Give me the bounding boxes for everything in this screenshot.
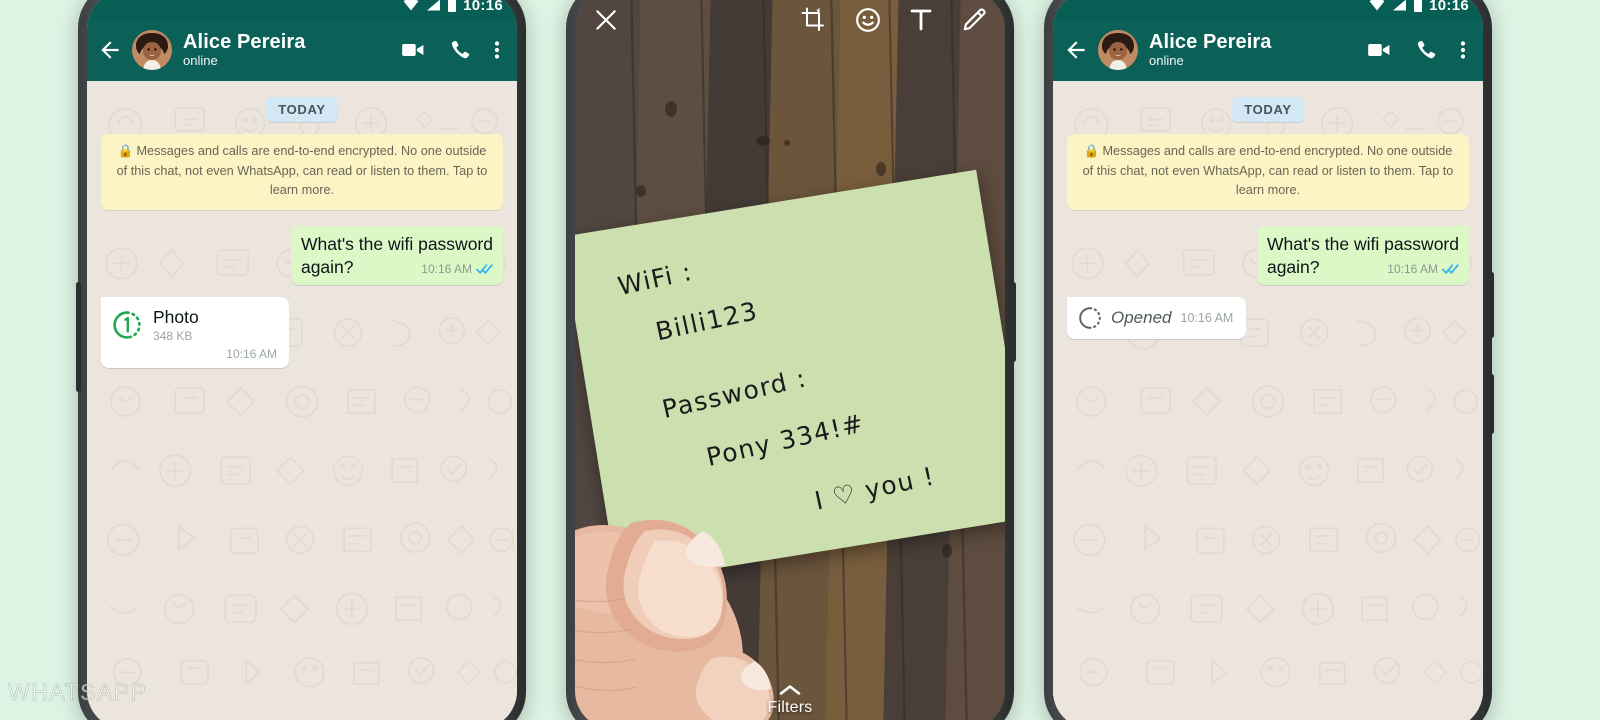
- phone-screen-middle: WiFi : Billi123 Password : Pony 334!# I …: [575, 0, 1005, 720]
- overflow-menu-icon[interactable]: [494, 38, 500, 62]
- view-once-size: 348 KB: [153, 328, 193, 343]
- view-once-photo-icon: [113, 310, 141, 339]
- encryption-notice-text: Messages and calls are end-to-end encryp…: [116, 144, 488, 198]
- phone-device-right: 10:16 Alice Pereira online TODAY 🔒 Messa…: [1044, 0, 1494, 720]
- volume-button[interactable]: [76, 282, 81, 392]
- day-divider: TODAY: [266, 97, 338, 122]
- encryption-notice[interactable]: 🔒 Messages and calls are end-to-end encry…: [101, 134, 503, 211]
- note-line-password-value: Pony 334!#: [703, 408, 867, 472]
- status-bar-clock: 10:16: [463, 0, 503, 14]
- message-timestamp: 10:16 AM: [421, 261, 472, 276]
- video-call-icon[interactable]: [1366, 37, 1392, 63]
- message-text-line2: again?: [1266, 256, 1320, 277]
- contact-name: Alice Pereira: [183, 30, 306, 53]
- message-text-line1: What's the wifi password: [1266, 234, 1459, 255]
- view-once-timestamp: 10:16 AM: [226, 346, 277, 361]
- text-tool-icon[interactable]: [909, 7, 933, 33]
- chat-header-actions: [400, 37, 504, 63]
- crop-rotate-icon[interactable]: [801, 7, 827, 33]
- draw-pencil-icon[interactable]: [961, 7, 987, 33]
- photo-editor-toolbar: [575, 0, 1005, 49]
- photo-content: WiFi : Billi123 Password : Pony 334!# I …: [575, 0, 1005, 720]
- chat-messages: TODAY 🔒 Messages and calls are end-to-end…: [1053, 81, 1483, 339]
- arrow-left-icon[interactable]: [1063, 37, 1089, 63]
- wifi-icon: [403, 0, 419, 11]
- message-row-view-once: Photo 348 KB 10:16 AM: [97, 296, 507, 368]
- view-once-opened-icon: [1079, 306, 1101, 329]
- overflow-menu-icon[interactable]: [1460, 38, 1466, 62]
- lock-icon: 🔒: [1083, 144, 1100, 158]
- encryption-notice[interactable]: 🔒 Messages and calls are end-to-end encry…: [1067, 134, 1469, 211]
- encryption-notice-text: Messages and calls are end-to-end encryp…: [1082, 144, 1454, 198]
- video-call-icon[interactable]: [400, 37, 426, 63]
- hand-holding-note: [575, 519, 774, 720]
- contact-name: Alice Pereira: [1149, 30, 1272, 53]
- day-divider: TODAY: [1232, 97, 1304, 122]
- chat-header-actions: [1366, 37, 1470, 63]
- signal-icon: [1393, 0, 1407, 11]
- chat-header: Alice Pereira online: [1053, 19, 1483, 81]
- power-button[interactable]: [1011, 282, 1016, 362]
- sticker-emoji-icon[interactable]: [855, 7, 881, 33]
- filters-control[interactable]: Filters: [575, 684, 1005, 717]
- message-bubble-outgoing[interactable]: What's the wifi password again? 10:16 AM: [1256, 226, 1469, 285]
- battery-icon: [1414, 0, 1423, 12]
- phone-device-left: 10:16 Alice Pereira online TODAY 🔒 Messa…: [76, 0, 526, 720]
- contact-presence: online: [1149, 52, 1184, 68]
- voice-call-icon[interactable]: [1414, 38, 1438, 62]
- double-check-icon: [1442, 264, 1459, 274]
- status-bar-clock: 10:16: [1429, 0, 1469, 14]
- chat-message-list[interactable]: TODAY 🔒 Messages and calls are end-to-end…: [1053, 81, 1483, 720]
- message-bubble-opened-receipt[interactable]: Opened 10:16 AM: [1067, 296, 1247, 339]
- arrow-left-icon[interactable]: [97, 37, 123, 63]
- chat-header-titles: Alice Pereira online: [183, 31, 391, 70]
- lock-icon: 🔒: [117, 144, 134, 158]
- double-check-icon: [476, 264, 493, 274]
- phone-screen-right: 10:16 Alice Pereira online TODAY 🔒 Messa…: [1053, 0, 1483, 720]
- status-bar: 10:16: [1053, 0, 1483, 19]
- message-row-outgoing: What's the wifi password again? 10:16 AM: [1063, 226, 1473, 285]
- wifi-icon: [1369, 0, 1385, 11]
- close-icon[interactable]: [593, 7, 619, 33]
- message-text-line1: What's the wifi password: [300, 234, 493, 255]
- note-line-wifi-label: WiFi :: [615, 256, 696, 302]
- chevron-up-icon[interactable]: [779, 684, 801, 696]
- note-line-wifi-value: Billi123: [653, 296, 761, 347]
- voice-call-icon[interactable]: [448, 38, 472, 62]
- note-line-password-label: Password :: [659, 363, 810, 425]
- message-timestamp: 10:16 AM: [1387, 261, 1438, 276]
- message-row-outgoing: What's the wifi password again? 10:16 AM: [97, 226, 507, 285]
- avatar[interactable]: [1098, 30, 1138, 70]
- contact-presence: online: [183, 52, 218, 68]
- message-text-line2: again?: [300, 256, 354, 277]
- chat-message-list[interactable]: TODAY 🔒 Messages and calls are end-to-end…: [87, 81, 517, 720]
- phone-device-middle: WiFi : Billi123 Password : Pony 334!# I …: [566, 0, 1016, 720]
- opened-label: Opened: [1111, 307, 1172, 327]
- chat-header: Alice Pereira online: [87, 19, 517, 81]
- signal-icon: [427, 0, 441, 11]
- battery-icon: [448, 0, 457, 12]
- avatar[interactable]: [132, 30, 172, 70]
- filters-label: Filters: [767, 699, 813, 716]
- chat-messages: TODAY 🔒 Messages and calls are end-to-end…: [87, 81, 517, 368]
- message-bubble-outgoing[interactable]: What's the wifi password again? 10:16 AM: [290, 226, 503, 285]
- phone-screen-left: 10:16 Alice Pereira online TODAY 🔒 Messa…: [87, 0, 517, 720]
- message-bubble-view-once-photo[interactable]: Photo 348 KB 10:16 AM: [101, 296, 289, 368]
- chat-header-titles: Alice Pereira online: [1149, 31, 1357, 70]
- view-once-title: Photo: [153, 306, 199, 327]
- message-row-opened-receipt: Opened 10:16 AM: [1063, 296, 1473, 339]
- whatsapp-watermark: WHATSAPP: [8, 679, 148, 706]
- photo-editor: WiFi : Billi123 Password : Pony 334!# I …: [575, 0, 1005, 720]
- power-button[interactable]: [1489, 272, 1494, 338]
- opened-timestamp: 10:16 AM: [1180, 310, 1234, 325]
- volume-button[interactable]: [1489, 374, 1494, 434]
- status-bar: 10:16: [87, 0, 517, 19]
